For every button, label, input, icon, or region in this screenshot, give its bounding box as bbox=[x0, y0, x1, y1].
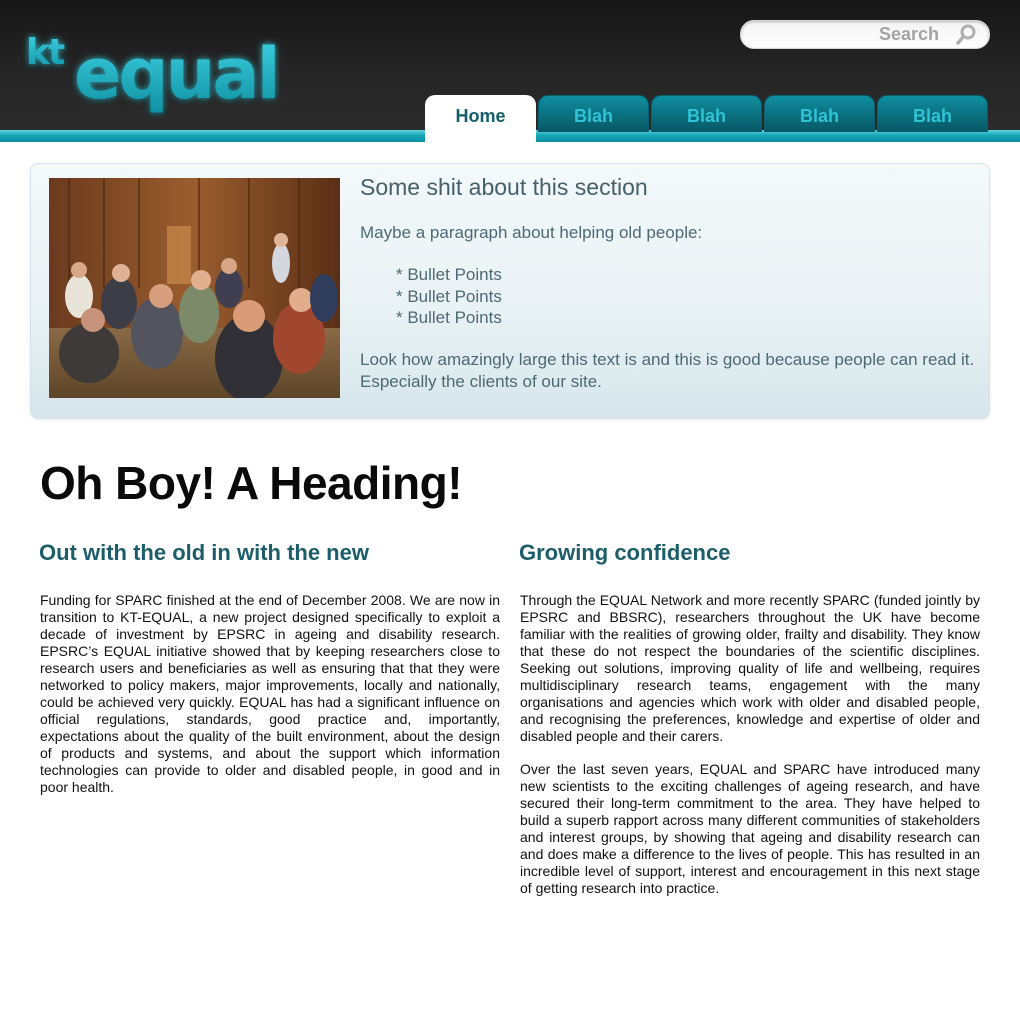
bullet-item: * Bullet Points bbox=[396, 265, 502, 284]
column-paragraph: Through the EQUAL Network and more recen… bbox=[520, 592, 980, 744]
page-heading: Oh Boy! A Heading! bbox=[40, 457, 463, 509]
column-title: Out with the old in with the new bbox=[39, 540, 369, 565]
intro-title: Some shit about this section bbox=[360, 174, 648, 200]
column-paragraph: Over the last seven years, EQUAL and SPA… bbox=[520, 761, 980, 896]
site-logo[interactable]: kt equal bbox=[22, 22, 292, 118]
tab-blah-3[interactable]: Blah bbox=[764, 95, 875, 132]
content-column-left: Out with the old in with the new Funding… bbox=[39, 540, 500, 812]
site-header: kt equal Home Blah Blah Blah Blah bbox=[0, 0, 1020, 142]
intro-bullet-list: * Bullet Points * Bullet Points * Bullet… bbox=[396, 264, 980, 329]
intro-lead: Maybe a paragraph about helping old peop… bbox=[360, 223, 703, 242]
intro-body: Maybe a paragraph about helping old peop… bbox=[360, 222, 980, 393]
search-icon[interactable] bbox=[955, 24, 977, 46]
tab-blah-2[interactable]: Blah bbox=[651, 95, 762, 132]
tab-blah-1[interactable]: Blah bbox=[538, 95, 649, 132]
intro-closing: Look how amazingly large this text is an… bbox=[360, 349, 975, 391]
section-photo bbox=[49, 178, 340, 398]
logo-name: equal bbox=[74, 33, 278, 115]
main-nav-tabs: Home Blah Blah Blah Blah bbox=[425, 95, 990, 142]
content-column-right: Growing confidence Through the EQUAL Net… bbox=[519, 540, 980, 913]
column-paragraph: Funding for SPARC finished at the end of… bbox=[40, 592, 500, 795]
column-title: Growing confidence bbox=[519, 540, 731, 565]
tab-home[interactable]: Home bbox=[425, 95, 536, 142]
bullet-item: * Bullet Points bbox=[396, 286, 502, 306]
search-input[interactable] bbox=[753, 23, 939, 45]
search-box[interactable] bbox=[740, 20, 990, 49]
tab-blah-4[interactable]: Blah bbox=[877, 95, 988, 132]
logo-prefix: kt bbox=[26, 32, 65, 73]
intro-panel: Some shit about this section Maybe a par… bbox=[30, 163, 990, 419]
bullet-item: * Bullet Points bbox=[396, 308, 502, 327]
